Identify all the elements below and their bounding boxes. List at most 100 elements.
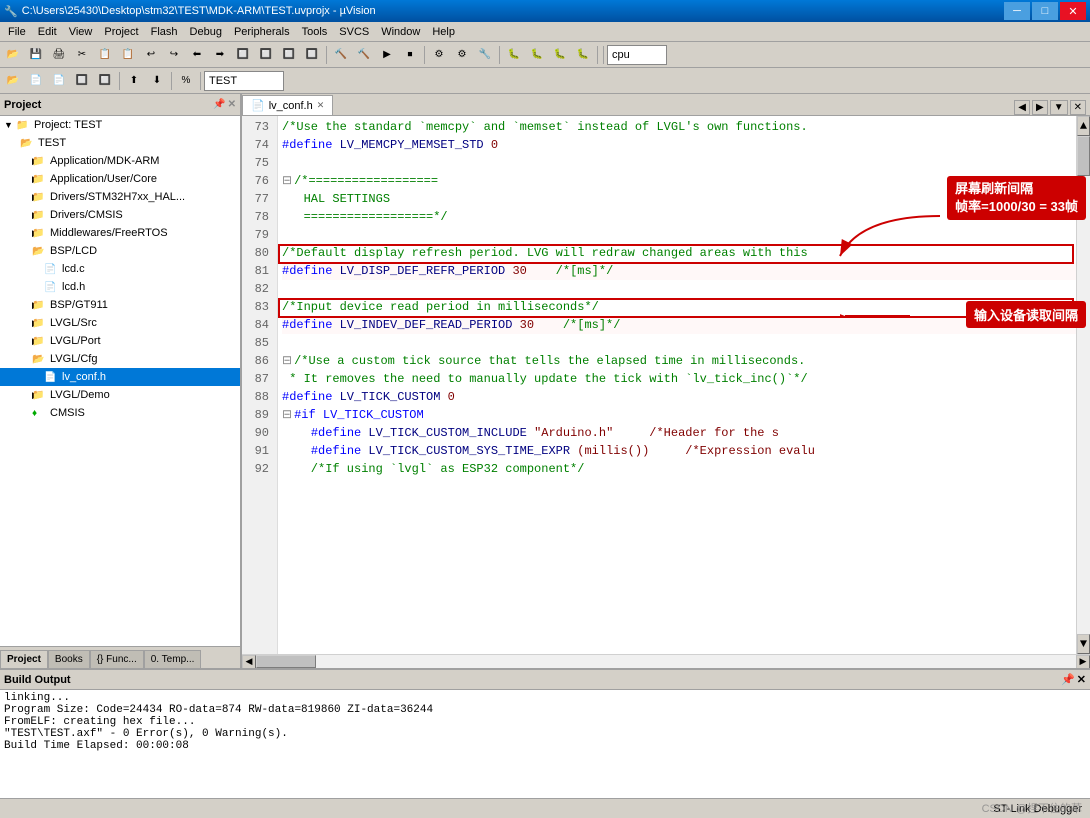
sidebar-item-5[interactable]: ▶📁Middlewares/FreeRTOS [0, 224, 240, 242]
cpu-input[interactable] [607, 45, 667, 65]
sidebar-item-6[interactable]: ▼📂BSP/LCD [0, 242, 240, 260]
expand-icon-89[interactable]: ⊟ [282, 406, 292, 424]
sidebar-tab-0[interactable]: Project [0, 650, 48, 668]
annotation-1-line1: 屏幕刷新间隔 [955, 180, 1078, 198]
toolbar-sep-28 [597, 46, 598, 64]
toolbar-btn-4[interactable]: 📋 [94, 44, 116, 66]
toolbar2-btn-1[interactable]: 📄 [25, 70, 47, 92]
toolbar-btn-27[interactable]: 🐛 [572, 44, 594, 66]
sidebar-tab-3[interactable]: 0. Temp... [144, 650, 202, 668]
sidebar-item-8[interactable]: 📄lcd.h [0, 278, 240, 296]
sidebar-pin-icon[interactable]: 📌 [213, 99, 225, 110]
toolbar-btn-2[interactable]: 🖨 [48, 44, 70, 66]
toolbar-btn-22[interactable]: 🔧 [474, 44, 496, 66]
build-output-close-icon[interactable]: ✕ [1077, 673, 1086, 686]
line-number-83: 83 [242, 298, 273, 316]
menu-item-svcs[interactable]: SVCS [333, 22, 375, 41]
toolbar-btn-25[interactable]: 🐛 [526, 44, 548, 66]
close-button[interactable]: ✕ [1060, 2, 1086, 20]
sidebar-item-3[interactable]: ▶📁Drivers/STM32H7xx_HAL... [0, 188, 240, 206]
tab-nav-left-button[interactable]: ◀ [1014, 100, 1030, 115]
tab-nav-right-button[interactable]: ▶ [1032, 100, 1048, 115]
tab-close-icon[interactable]: ✕ [317, 100, 325, 111]
toolbar-btn-16[interactable]: 🔨 [353, 44, 375, 66]
menu-item-file[interactable]: File [2, 22, 32, 41]
sidebar-label-0: TEST [38, 137, 66, 149]
horizontal-scrollbar[interactable]: ◀ ▶ [242, 654, 1090, 668]
toolbar-btn-18[interactable]: ⏹ [399, 44, 421, 66]
menu-item-view[interactable]: View [63, 22, 99, 41]
build-output-pin-icon[interactable]: 📌 [1061, 673, 1075, 686]
toolbar-btn-26[interactable]: 🐛 [549, 44, 571, 66]
menu-item-peripherals[interactable]: Peripherals [228, 22, 296, 41]
line-number-89: 89 [242, 406, 273, 424]
toolbar-btn-7[interactable]: ↪ [163, 44, 185, 66]
minimize-button[interactable]: ─ [1004, 2, 1030, 20]
toolbar-btn-17[interactable]: ▶ [376, 44, 398, 66]
toolbar2-btn-7[interactable]: ⬇ [146, 70, 168, 92]
annotation-2: 输入设备读取间隔 [966, 301, 1086, 328]
sidebar-close-icon[interactable]: ✕ [228, 99, 236, 110]
menu-item-edit[interactable]: Edit [32, 22, 63, 41]
menu-item-help[interactable]: Help [426, 22, 461, 41]
sidebar-item-15[interactable]: ♦CMSIS [0, 404, 240, 422]
toolbar2-btn-3[interactable]: 🔲 [71, 70, 93, 92]
sidebar-title: Project [4, 99, 41, 111]
sidebar-item-root[interactable]: ▼📁Project: TEST [0, 116, 240, 134]
menu-item-debug[interactable]: Debug [184, 22, 228, 41]
toolbar-btn-15[interactable]: 🔨 [330, 44, 352, 66]
project-name-input[interactable] [204, 71, 284, 91]
build-line-1: Program Size: Code=24434 RO-data=874 RW-… [4, 704, 1086, 716]
toolbar-btn-8[interactable]: ⬅ [186, 44, 208, 66]
sidebar-item-12[interactable]: ▼📂LVGL/Cfg [0, 350, 240, 368]
sidebar-label-5: Middlewares/FreeRTOS [50, 227, 168, 239]
toolbar-btn-13[interactable]: 🔲 [301, 44, 323, 66]
tab-nav-close-all-button[interactable]: ✕ [1070, 100, 1086, 115]
toolbar-btn-10[interactable]: 🔲 [232, 44, 254, 66]
toolbar2-btn-4[interactable]: 🔲 [94, 70, 116, 92]
toolbar2-btn-2[interactable]: 📄 [48, 70, 70, 92]
code-line-75 [282, 154, 1086, 172]
toolbar-btn-0[interactable]: 📂 [2, 44, 24, 66]
sidebar-tree[interactable]: ▼📁Project: TEST▼📂TEST▶📁Application/MDK-A… [0, 116, 240, 646]
toolbar-btn-20[interactable]: ⚙ [428, 44, 450, 66]
code-line-92: /*If using `lvgl` as ESP32 component*/ [282, 460, 1086, 478]
tab-nav-down-button[interactable]: ▼ [1050, 100, 1068, 115]
editor-tab-active[interactable]: 📄 lv_conf.h ✕ [242, 95, 333, 115]
sidebar-tab-1[interactable]: Books [48, 650, 90, 668]
toolbar-btn-6[interactable]: ↩ [140, 44, 162, 66]
sidebar-item-4[interactable]: ▶📁Drivers/CMSIS [0, 206, 240, 224]
sidebar-item-11[interactable]: ▶📁LVGL/Port [0, 332, 240, 350]
toolbar-btn-9[interactable]: ➡ [209, 44, 231, 66]
sidebar-item-9[interactable]: ▶📁BSP/GT911 [0, 296, 240, 314]
toolbar-btn-24[interactable]: 🐛 [503, 44, 525, 66]
toolbar-btn-21[interactable]: ⚙ [451, 44, 473, 66]
sidebar-tab-2[interactable]: {} Func... [90, 650, 144, 668]
expand-icon-76[interactable]: ⊟ [282, 172, 292, 190]
sidebar-item-13[interactable]: 📄lv_conf.h [0, 368, 240, 386]
toolbar-btn-11[interactable]: 🔲 [255, 44, 277, 66]
sidebar-item-2[interactable]: ▶📁Application/User/Core [0, 170, 240, 188]
sidebar-item-10[interactable]: ▶📁LVGL/Src [0, 314, 240, 332]
toolbar-btn-1[interactable]: 💾 [25, 44, 47, 66]
maximize-button[interactable]: □ [1032, 2, 1058, 20]
sidebar-item-1[interactable]: ▶📁Application/MDK-ARM [0, 152, 240, 170]
toolbar-btn-12[interactable]: 🔲 [278, 44, 300, 66]
sidebar-label-13: lv_conf.h [62, 371, 106, 383]
toolbar2-btn-9[interactable]: % [175, 70, 197, 92]
menu-item-flash[interactable]: Flash [145, 22, 184, 41]
expand-icon-86[interactable]: ⊟ [282, 352, 292, 370]
sidebar-item-0[interactable]: ▼📂TEST [0, 134, 240, 152]
toolbar2-btn-0[interactable]: 📂 [2, 70, 24, 92]
annotation-1: 屏幕刷新间隔 帧率=1000/30 = 33帧 [947, 176, 1086, 220]
sidebar-item-14[interactable]: ▶📁LVGL/Demo [0, 386, 240, 404]
toolbar-btn-5[interactable]: 📋 [117, 44, 139, 66]
menu-item-window[interactable]: Window [375, 22, 426, 41]
sidebar-item-7[interactable]: 📄lcd.c [0, 260, 240, 278]
code-line-87: * It removes the need to manually update… [282, 370, 1086, 388]
toolbar2-btn-6[interactable]: ⬆ [123, 70, 145, 92]
toolbar-btn-3[interactable]: ✂ [71, 44, 93, 66]
menu-item-tools[interactable]: Tools [296, 22, 334, 41]
sidebar: Project 📌 ✕ ▼📁Project: TEST▼📂TEST▶📁Appli… [0, 94, 242, 668]
menu-item-project[interactable]: Project [98, 22, 144, 41]
